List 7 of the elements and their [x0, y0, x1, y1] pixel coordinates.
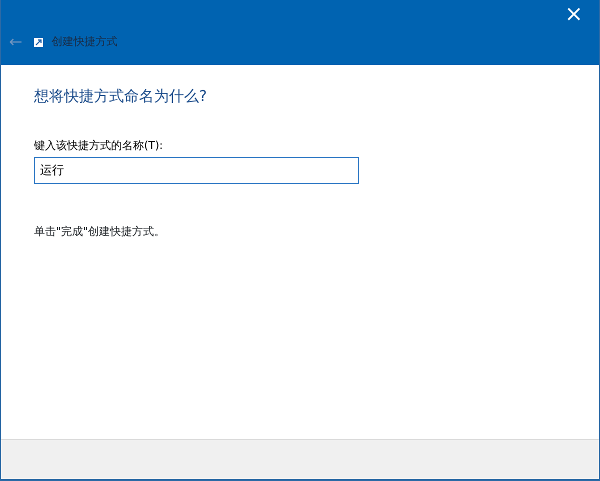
window-title: 创建快捷方式: [51, 34, 118, 50]
page-heading: 想将快捷方式命名为什么?: [34, 86, 208, 107]
field-label: 键入该快捷方式的名称(T):: [34, 138, 164, 154]
instruction-text: 单击"完成"创建快捷方式。: [34, 224, 166, 240]
shortcut-icon: [34, 38, 44, 47]
close-button[interactable]: ×: [558, 2, 589, 28]
name-input-field[interactable]: 运行: [34, 157, 359, 184]
